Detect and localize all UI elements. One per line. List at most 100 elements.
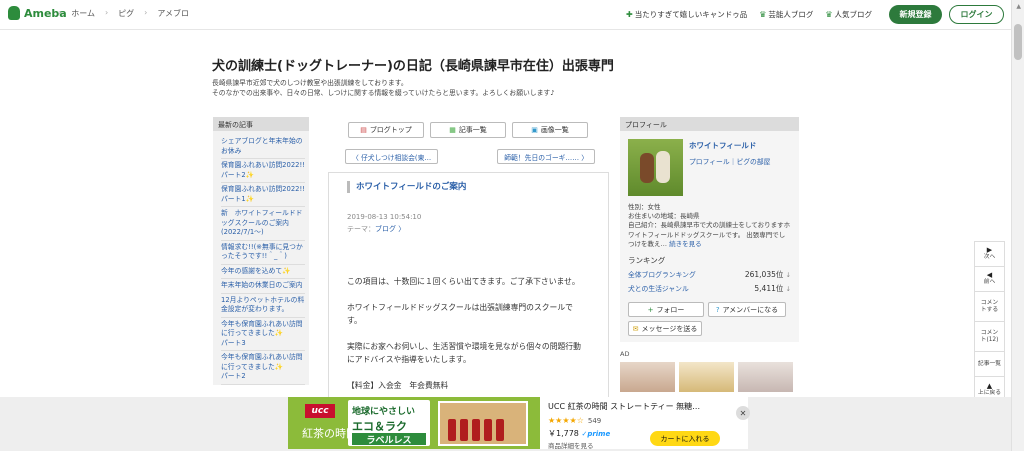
list-icon: ▦ — [449, 126, 456, 134]
ad-product-name[interactable]: UCC 紅茶の時間 ストレートティー 無糖… — [548, 401, 738, 412]
sparkle-icon: ✨ — [274, 362, 284, 371]
article-title[interactable]: ホワイトフィールドのご案内 — [347, 181, 608, 193]
page-scrollbar[interactable]: ▲ — [1011, 0, 1024, 451]
ranking-value: 5,411位 — [754, 284, 784, 294]
blog-description: 長崎県諫早市近郊で犬のしつけ教室や出張訓練をしております。 そのなかでの出来事や… — [212, 78, 555, 98]
profile-column: プロフィール ホワイトフィールド プロフィール｜ピグの部屋 性別：女性 お住まい… — [620, 117, 799, 397]
login-button[interactable]: ログイン — [949, 5, 1004, 24]
profile-links[interactable]: プロフィール｜ピグの部屋 — [689, 156, 770, 166]
ad-thumbnail[interactable] — [738, 362, 793, 393]
article-date: 2019-08-13 10:54:10 — [347, 213, 422, 221]
ad-copy: 地球にやさしい — [352, 407, 416, 417]
prime-badge: ✓prime — [581, 430, 611, 438]
ad-banner-image[interactable]: ucc 紅茶の時間 地球にやさしい エコ＆ラク ラベルレス — [288, 397, 540, 449]
ad-copy: ラベルレス — [352, 433, 426, 446]
list-item[interactable]: 年末年始の休業日のご案内 — [221, 279, 305, 294]
blog-title[interactable]: 犬の訓練士(ドッグトレーナー)の日記（長崎県諫早市在住）出張専門 — [212, 55, 614, 74]
ranking-label[interactable]: 全体ブログランキング — [628, 269, 696, 280]
article-pager: 〈 仔犬しつけ相談会(東… 師範！先日のゴーギ…… 〉 — [345, 149, 595, 164]
close-icon[interactable]: ✕ — [736, 406, 750, 420]
list-item[interactable]: 今年も保育園ふれあい訪問に行ってきました✨ パート3 — [221, 318, 305, 351]
top-links: ✚ 当たりすぎて嬉しいキャンドゥ品 ♛ 芸能人ブログ ♛ 人気ブログ — [626, 9, 872, 20]
bottom-ad-bar: ucc 紅茶の時間 地球にやさしい エコ＆ラク ラベルレス UCC 紅茶の時間 … — [0, 397, 1011, 451]
register-button[interactable]: 新規登録 — [889, 5, 942, 24]
ad-rating: ★★★★☆ 549 — [548, 416, 738, 425]
ameba-member-button[interactable]: ? アメンバーになる — [708, 302, 786, 318]
bottom-ad[interactable]: ucc 紅茶の時間 地球にやさしい エコ＆ラク ラベルレス UCC 紅茶の時間 … — [288, 397, 748, 450]
article-theme: テーマ：ブログ 〉 — [347, 225, 406, 233]
comment-button[interactable]: コメントする — [975, 292, 1004, 322]
tab-image-list[interactable]: ▣ 画像一覧 — [512, 122, 588, 138]
ranking-value: 261,035位 — [744, 270, 784, 280]
bottle-image — [484, 419, 492, 441]
tab-blog-top[interactable]: ▤ ブログトップ — [348, 122, 424, 138]
ranking-row: 犬との生活ジャンル 5,411位 ↓ — [628, 283, 791, 294]
toplink-celebrity-blog[interactable]: ♛ 芸能人ブログ — [759, 9, 813, 20]
nav-pigg[interactable]: ピグ — [118, 8, 134, 19]
image-icon: ▣ — [531, 126, 538, 134]
help-icon: ? — [715, 305, 720, 314]
list-item[interactable]: 情報求む!!(※無事に見つかったそうです!!＾_＾) — [221, 241, 305, 265]
ranking-label[interactable]: 犬との生活ジャンル — [628, 283, 689, 294]
add-to-cart-button[interactable]: カートに入れる — [650, 431, 720, 446]
list-item[interactable]: シェアブログと年末年始のお休み — [221, 135, 305, 159]
profile-intro: 自己紹介：長崎県諫早市で犬の訓練士をしておりますホワイトフィールドドッグスクール… — [628, 221, 791, 248]
next-article-link[interactable]: 師範！先日のゴーギ…… 〉 — [497, 149, 595, 164]
list-item[interactable]: 保育園ふれあい訪問2022!!パート2✨ — [221, 159, 305, 183]
nav-home[interactable]: ホーム — [71, 8, 95, 19]
up-arrow-icon: ▲ — [986, 381, 993, 390]
article-list-button[interactable]: 記事一覧 — [975, 352, 1004, 377]
article: ホワイトフィールドのご案内 2019-08-13 10:54:10 テーマ：ブロ… — [328, 172, 609, 397]
list-item[interactable]: 今年も保育園ふれあい訪問に行ってきました✨ パート2 — [221, 351, 305, 385]
toplink-popular-blog[interactable]: ♛ 人気ブログ — [825, 9, 872, 20]
bottle-image — [472, 419, 480, 441]
scroll-up-icon[interactable]: ▲ — [1016, 3, 1021, 10]
theme-link[interactable]: ブログ 〉 — [375, 225, 405, 233]
list-item[interactable]: 今年の感謝を込めて✨ — [221, 265, 305, 279]
ameba-logo-icon — [8, 6, 20, 20]
read-more-link[interactable]: 続きを見る — [669, 240, 702, 248]
tab-article-list[interactable]: ▦ 記事一覧 — [430, 122, 506, 138]
article-paragraph: 【料金】入会金 年会費無料 — [347, 380, 449, 390]
product-pack-image — [438, 401, 528, 446]
profile-heading: プロフィール — [620, 117, 799, 131]
down-arrow-icon: ↓ — [785, 271, 791, 280]
crown-icon: ♛ — [759, 10, 767, 19]
document-icon: ▤ — [360, 126, 367, 134]
blog-tabs: ▤ ブログトップ ▦ 記事一覧 ▣ 画像一覧 — [348, 122, 609, 138]
sparkle-icon: ✨ — [282, 266, 291, 275]
profile-box: ホワイトフィールド プロフィール｜ピグの部屋 性別：女性 お住まいの地域：長崎県… — [620, 131, 799, 343]
review-count: 549 — [587, 417, 602, 425]
avatar[interactable] — [628, 139, 683, 196]
ad-thumbnail[interactable] — [679, 362, 734, 393]
breadcrumb-chevron-icon: › — [144, 8, 148, 17]
prev-button[interactable]: ◀ 前へ — [975, 267, 1004, 292]
ad-copy-box: 地球にやさしい エコ＆ラク ラベルレス — [348, 400, 430, 446]
blog-desc-line: 長崎県諫早市近郊で犬のしつけ教室や出張訓練をしております。 — [212, 79, 408, 87]
ranking-row: 全体ブログランキング 261,035位 ↓ — [628, 269, 791, 280]
message-button[interactable]: ✉ メッセージを送る — [628, 321, 702, 337]
follow-button[interactable]: + フォロー — [628, 302, 704, 318]
prev-article-link[interactable]: 〈 仔犬しつけ相談会(東… — [345, 149, 439, 164]
ad-thumbnails — [620, 362, 799, 393]
next-button[interactable]: ▶ 次へ — [975, 242, 1004, 267]
list-item[interactable]: 12月よりペットホテルの料金設定が変わります。 — [221, 294, 305, 318]
ad-thumbnail[interactable] — [620, 362, 675, 393]
scrollbar-thumb[interactable] — [1014, 24, 1022, 60]
dog-image — [640, 153, 654, 183]
bottle-image — [448, 419, 456, 441]
top-nav: › ホーム › ピグ › アメブロ — [58, 8, 189, 19]
list-item[interactable]: 保育園ふれあい訪問2022!!パート1✨ — [221, 183, 305, 207]
comment-count-button[interactable]: コメント(12) — [975, 322, 1004, 352]
list-item[interactable]: 新 ホワイトフィールドドッグスクールのご案内(2022/7/1〜) — [221, 207, 305, 241]
article-paragraph: 実際にお家へお伺いし、生活習慣や環境を見ながら個々の問題行動にアドバイスや指導を… — [347, 341, 581, 365]
bottle-image — [460, 419, 468, 441]
toplink-candou[interactable]: ✚ 当たりすぎて嬉しいキャンドゥ品 — [626, 9, 747, 20]
top-bar: Ameba › ホーム › ピグ › アメブロ ✚ 当たりすぎて嬉しいキャンドゥ品… — [0, 0, 1011, 30]
recent-list: シェアブログと年末年始のお休み 保育園ふれあい訪問2022!!パート2✨ 保育園… — [213, 131, 309, 385]
profile-name[interactable]: ホワイトフィールド — [689, 140, 770, 151]
ranking-heading: ランキング — [628, 256, 666, 266]
star-icon: ★★★★☆ — [548, 416, 584, 425]
nav-ameblo[interactable]: アメブロ — [157, 8, 189, 19]
blog-desc-line: そのなかでの出来事や、日々の日常、しつけに関する情報を綴っていけたらと思います。… — [212, 89, 555, 97]
